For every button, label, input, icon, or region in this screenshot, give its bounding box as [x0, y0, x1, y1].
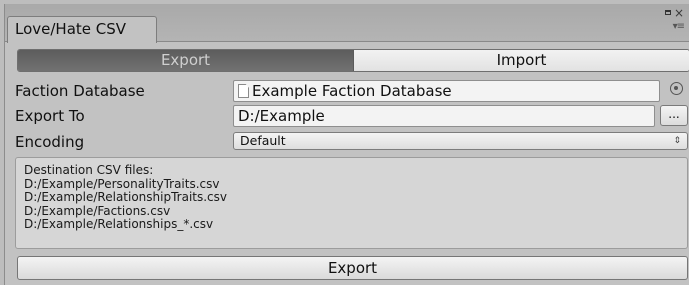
help-line: Destination CSV files: [24, 163, 154, 177]
help-line: D:/Example/PersonalityTraits.csv [24, 176, 220, 191]
mode-toolbar: Export Import [17, 49, 689, 72]
window-tab-strip: Love/Hate CSV × ▾≡ [5, 4, 689, 43]
document-icon [238, 84, 249, 98]
love-hate-csv-window: Love/Hate CSV × ▾≡ Export Import Faction… [4, 4, 689, 285]
maximize-icon[interactable] [664, 10, 671, 15]
faction-database-label: Faction Database [15, 82, 145, 100]
faction-database-value: Example Faction Database [252, 82, 452, 100]
faction-database-field[interactable]: Example Faction Database [233, 80, 660, 102]
close-icon[interactable]: × [674, 7, 684, 19]
encoding-label: Encoding [15, 133, 85, 151]
export-tab[interactable]: Export [18, 50, 354, 71]
object-picker-icon[interactable] [670, 82, 683, 95]
help-line: D:/Example/Factions.csv [24, 203, 171, 218]
window-tab[interactable]: Love/Hate CSV [7, 16, 157, 43]
import-tab[interactable]: Import [354, 50, 689, 71]
destination-help-box: Destination CSV files: D:/Example/Person… [15, 157, 688, 249]
browse-button[interactable]: ... [660, 105, 688, 126]
encoding-value: Default [240, 133, 286, 148]
export-to-row: Export To D:/Example ... [5, 104, 689, 128]
export-to-field[interactable]: D:/Example [233, 105, 655, 127]
encoding-row: Encoding Default ⇕ [5, 130, 689, 154]
encoding-dropdown[interactable]: Default ⇕ [233, 132, 688, 150]
context-menu-icon[interactable]: ▾≡ [660, 22, 685, 32]
dropdown-arrows-icon: ⇕ [673, 136, 681, 146]
window-controls: × ▾≡ [660, 7, 685, 36]
export-button[interactable]: Export [17, 256, 688, 280]
window-tab-title: Love/Hate CSV [15, 20, 127, 38]
help-line: D:/Example/Relationships_*.csv [24, 217, 214, 231]
help-line: D:/Example/RelationshipTraits.csv [24, 190, 228, 204]
export-to-label: Export To [15, 107, 85, 125]
faction-database-row: Faction Database Example Faction Databas… [5, 79, 689, 103]
